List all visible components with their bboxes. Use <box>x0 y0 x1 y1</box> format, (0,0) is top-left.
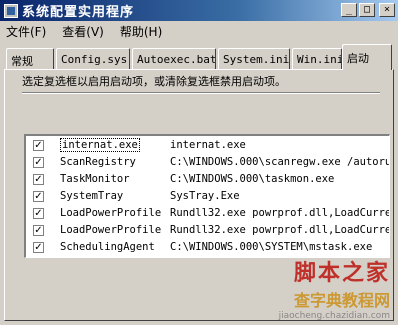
startup-item-name: LoadPowerProfile <box>60 224 162 236</box>
startup-item-name: SystemTray <box>60 190 124 202</box>
menu-file[interactable]: 文件(F) <box>6 23 46 40</box>
tab-strip: 常规 Config.sys Autoexec.bat System.ini Wi… <box>4 44 394 70</box>
watermark: 脚本之家 查字典教程网 jiaocheng.chazidian.com <box>279 255 390 321</box>
tab-general[interactable]: 常规 <box>6 48 54 70</box>
divider <box>22 92 380 94</box>
startup-list[interactable]: ✓ internat.exe internat.exe ✓ ScanRegist… <box>24 134 390 258</box>
tab-win-ini[interactable]: Win.ini <box>292 48 342 70</box>
list-item[interactable]: ✓ SchedulingAgent C:\WINDOWS.000\SYSTEM\… <box>26 239 389 255</box>
list-item[interactable]: ✓ SystemTray SysTray.Exe <box>26 188 389 204</box>
menu-view[interactable]: 查看(V) <box>62 23 104 40</box>
tab-autoexec-bat[interactable]: Autoexec.bat <box>132 48 216 70</box>
watermark-url: jiaocheng.chazidian.com <box>278 311 390 321</box>
startup-item-command: SysTray.Exe <box>170 190 240 202</box>
checkbox[interactable]: ✓ <box>33 139 44 151</box>
minimize-button[interactable]: _ <box>341 3 357 17</box>
menu-bar: 文件(F) 查看(V) 帮助(H) <box>0 21 398 41</box>
window-title: 系统配置实用程序 <box>22 5 135 20</box>
list-item[interactable]: ✓ LoadPowerProfile Rundll32.exe powrprof… <box>26 222 390 238</box>
startup-item-name: SchedulingAgent <box>60 241 155 253</box>
menu-help[interactable]: 帮助(H) <box>120 23 162 40</box>
startup-item-command: Rundll32.exe powrprof.dll,LoadCurrent <box>170 224 390 236</box>
checkbox[interactable]: ✓ <box>33 173 44 185</box>
checkbox[interactable]: ✓ <box>33 224 44 236</box>
app-icon <box>4 3 18 18</box>
list-item[interactable]: ✓ LoadPowerProfile Rundll32.exe powrprof… <box>26 205 390 221</box>
tab-config-sys[interactable]: Config.sys <box>56 48 130 70</box>
startup-item-name: TaskMonitor <box>60 173 130 185</box>
checkbox[interactable]: ✓ <box>33 156 44 168</box>
watermark-logo: 脚本之家 <box>293 260 390 286</box>
window-controls: _ □ × <box>341 3 395 17</box>
checkbox[interactable]: ✓ <box>33 207 44 219</box>
instruction-text: 选定复选框以启用启动项，或清除复选框禁用启动项。 <box>22 75 286 88</box>
checkbox[interactable]: ✓ <box>33 241 44 253</box>
startup-item-command: Rundll32.exe powrprof.dll,LoadCurrent <box>170 207 390 219</box>
tab-system-ini[interactable]: System.ini <box>218 48 290 70</box>
startup-item-name: LoadPowerProfile <box>60 207 162 219</box>
watermark-subtitle: 查字典教程网 <box>293 291 390 310</box>
title-bar: 系统配置实用程序 _ □ × <box>0 0 398 21</box>
maximize-button[interactable]: □ <box>359 3 375 17</box>
list-item[interactable]: ✓ TaskMonitor C:\WINDOWS.000\taskmon.exe <box>26 171 389 187</box>
startup-item-name: ScanRegistry <box>60 156 136 168</box>
list-item[interactable]: ✓ ScanRegistry C:\WINDOWS.000\scanregw.e… <box>26 154 390 170</box>
tab-startup[interactable]: 启动 <box>342 44 392 70</box>
checkbox[interactable]: ✓ <box>33 190 44 202</box>
list-item[interactable]: ✓ internat.exe internat.exe <box>26 137 389 153</box>
close-button[interactable]: × <box>379 3 395 17</box>
startup-item-command: C:\WINDOWS.000\SYSTEM\mstask.exe <box>170 241 373 253</box>
startup-item-command: C:\WINDOWS.000\scanregw.exe /autorun <box>170 156 390 168</box>
startup-item-command: internat.exe <box>170 139 246 151</box>
startup-item-name: internat.exe <box>60 138 140 152</box>
startup-item-command: C:\WINDOWS.000\taskmon.exe <box>170 173 335 185</box>
